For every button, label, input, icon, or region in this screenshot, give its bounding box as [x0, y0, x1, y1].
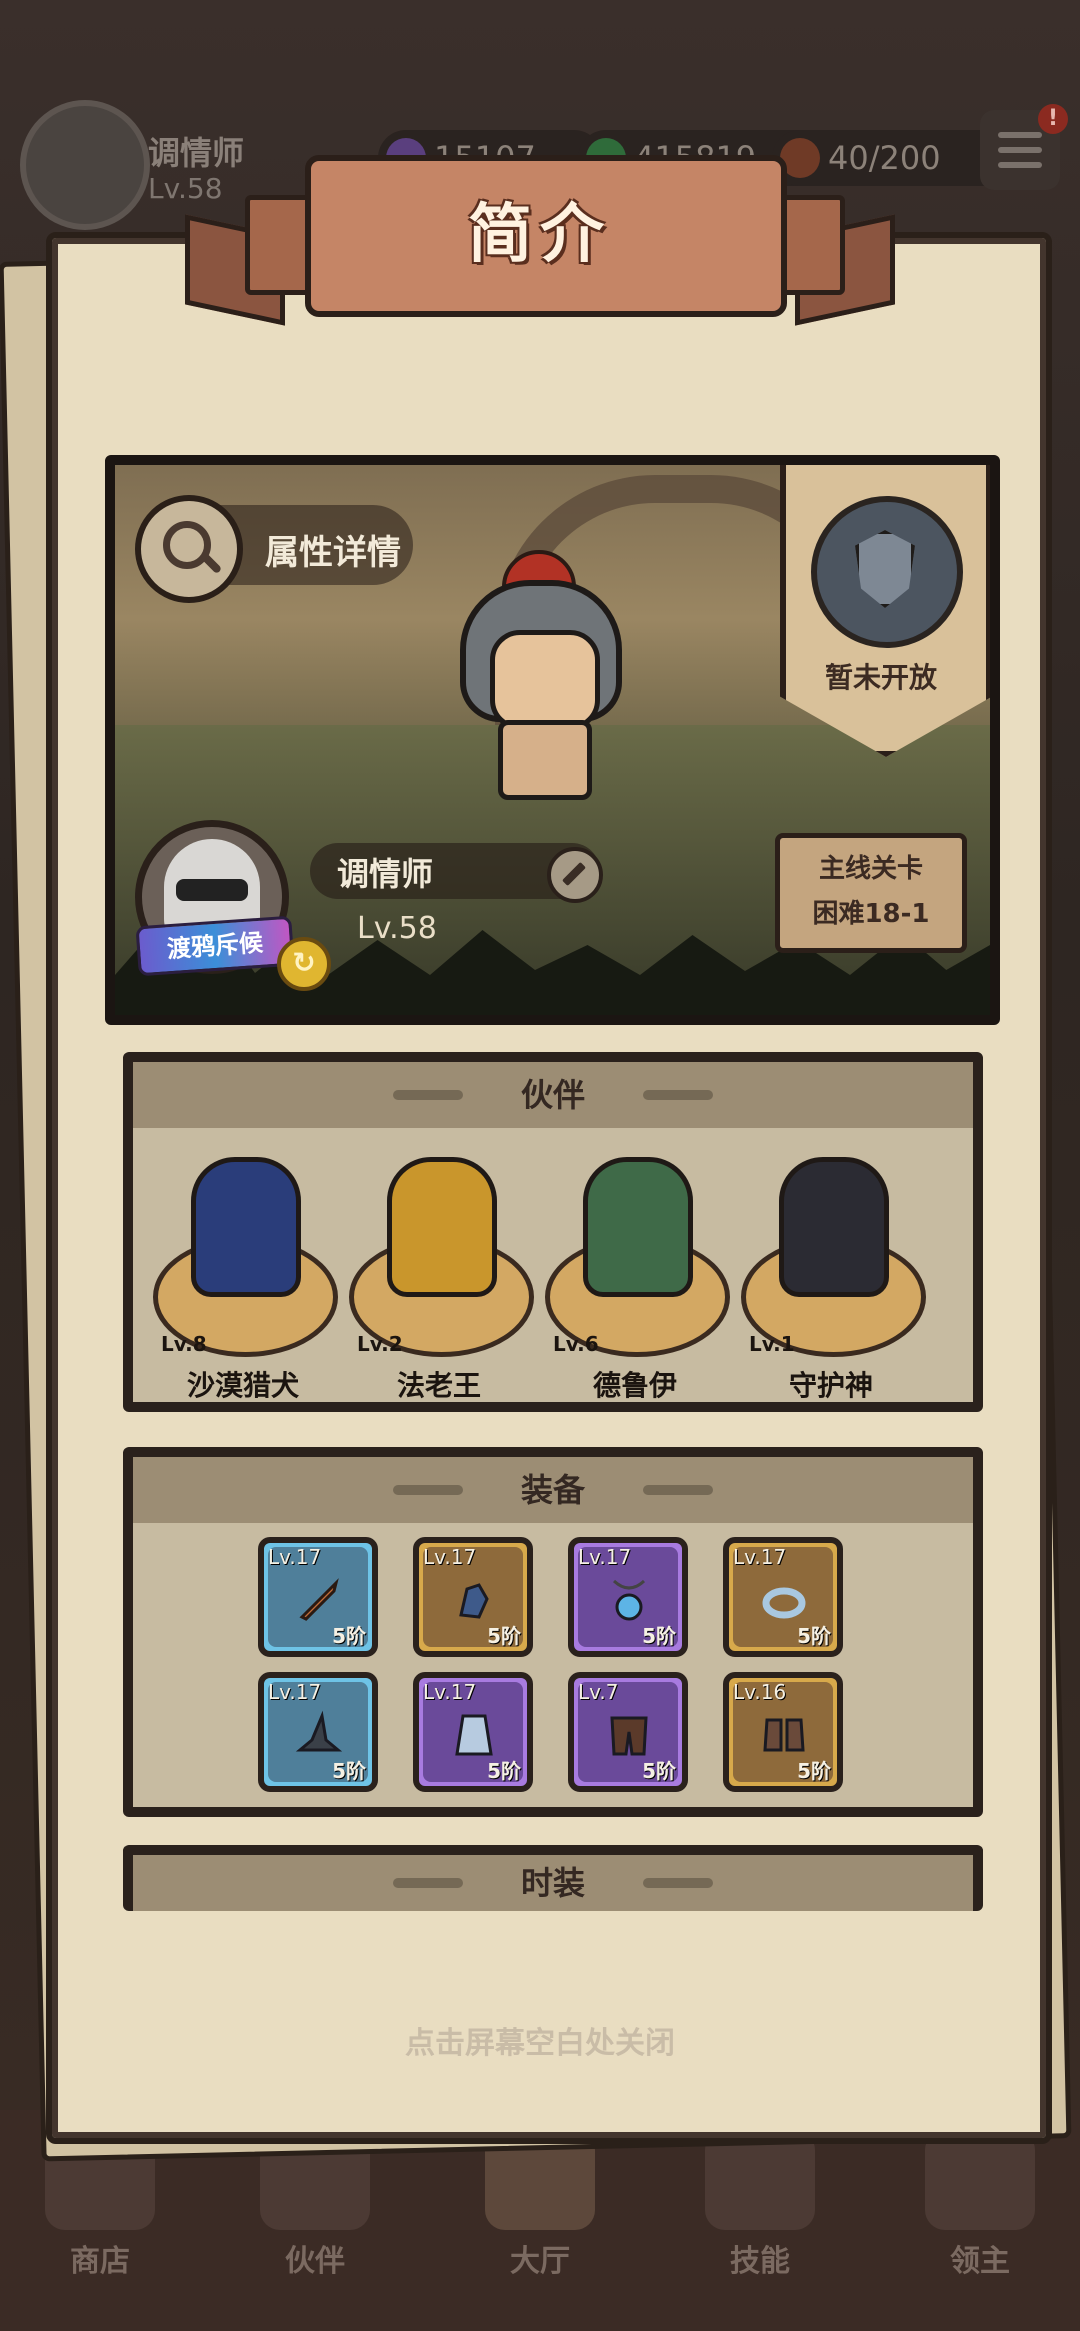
partner-name: 守护神 [788, 1369, 873, 1402]
sword-icon [299, 1578, 339, 1621]
amulet-icon [612, 1579, 646, 1621]
player-level: Lv.58 [357, 911, 437, 946]
main-stage-sign: 主线关卡 困难18-1 [775, 833, 967, 953]
nav-lobby-label: 大厅 [510, 2244, 570, 2279]
nav-skills-label: 技能 [730, 2244, 790, 2279]
equipment-header: 装备 [133, 1457, 973, 1523]
partner-name: 德鲁伊 [592, 1369, 677, 1402]
druid-portrait [583, 1157, 693, 1297]
nav-lobby[interactable]: 大厅 [460, 2130, 620, 2310]
attribute-detail-label[interactable]: 属性详情 [265, 525, 401, 574]
partner-level: Lv.6 [553, 1332, 599, 1356]
nav-partners[interactable]: 伙伴 [235, 2130, 395, 2310]
equipment-slot[interactable]: Lv.17 5阶 [258, 1672, 378, 1792]
equipment-slot[interactable]: Lv.17 5阶 [258, 1537, 378, 1657]
partner-name: 沙漠猎犬 [186, 1369, 299, 1402]
edit-name-button[interactable] [547, 847, 603, 903]
nav-lord[interactable]: 领主 [900, 2130, 1060, 2310]
belt-pants-icon [610, 1716, 648, 1756]
boots-icon [763, 1718, 805, 1752]
nav-lord-label: 领主 [950, 2244, 1010, 2279]
equipment-slot[interactable]: Lv.17 5阶 [413, 1537, 533, 1657]
topbar-player-level: Lv.58 [148, 172, 223, 205]
equipment-slot[interactable]: Lv.7 5阶 [568, 1672, 688, 1792]
ring-icon [762, 1587, 806, 1619]
equipment-slot[interactable]: Lv.17 5阶 [568, 1537, 688, 1657]
equipment-section: 装备 Lv.17 5阶 Lv.17 5阶 Lv.17 5阶 Lv.17 5阶 L… [123, 1447, 983, 1817]
player-name: 调情师 [337, 855, 434, 893]
partner-name: 法老王 [396, 1369, 481, 1402]
costume-section: 时装 [123, 1845, 983, 1911]
partners-header: 伙伴 [133, 1062, 973, 1128]
partner-level: Lv.2 [357, 1332, 403, 1356]
equipment-slot[interactable]: Lv.17 5阶 [723, 1537, 843, 1657]
partner-level: Lv.1 [749, 1332, 795, 1356]
partner-card[interactable]: Lv.1 守护神 [741, 1142, 926, 1402]
partner-card[interactable]: Lv.2 法老王 [349, 1142, 534, 1402]
topbar-player-name: 调情师 [148, 134, 245, 172]
hero-scene: 属性详情 暂未开放 渡鸦斥候 ↻ 调情师 Lv.58 主线关卡 困难18-1 [105, 455, 1000, 1025]
stage-label: 主线关卡 [818, 854, 923, 884]
player-avatar-small[interactable] [20, 100, 150, 230]
close-hint[interactable]: 点击屏幕空白处关闭 [0, 2018, 1080, 2062]
equipment-slot[interactable]: Lv.16 5阶 [723, 1672, 843, 1792]
attribute-detail-button[interactable] [135, 495, 243, 603]
equipment-slot[interactable]: Lv.17 5阶 [413, 1672, 533, 1792]
panel-title-banner: 简介 [185, 155, 895, 326]
locked-label: 暂未开放 [824, 661, 937, 694]
partner-card[interactable]: Lv.8 沙漠猎犬 [153, 1142, 338, 1402]
robe-icon [455, 1714, 493, 1756]
panel-title: 简介 [468, 198, 612, 272]
lord-icon [925, 2130, 1035, 2230]
nav-partners-label: 伙伴 [285, 2244, 345, 2279]
stage-value: 困难18-1 [812, 899, 930, 929]
notification-badge: ! [1038, 104, 1068, 134]
partner-level: Lv.8 [161, 1332, 207, 1356]
gauntlet-icon [459, 1583, 489, 1619]
guardian-portrait [779, 1157, 889, 1297]
shield-emblem-icon [811, 496, 963, 648]
desert-hound-portrait [191, 1157, 301, 1297]
hero-character [460, 550, 622, 800]
pencil-icon [561, 861, 587, 887]
pharaoh-portrait [387, 1157, 497, 1297]
wizard-hat-icon [295, 1710, 343, 1752]
partners-section: 伙伴 Lv.8 沙漠猎犬 Lv.2 法老王 Lv.6 德鲁伊 Lv.1 守护神 [123, 1052, 983, 1412]
nav-shop-label: 商店 [70, 2244, 130, 2279]
costume-header: 时装 [133, 1855, 973, 1911]
locked-feature-banner[interactable]: 暂未开放 [780, 465, 990, 757]
change-avatar-icon[interactable]: ↻ [277, 937, 331, 991]
nav-skills[interactable]: 技能 [680, 2130, 840, 2310]
partner-card[interactable]: Lv.6 德鲁伊 [545, 1142, 730, 1402]
